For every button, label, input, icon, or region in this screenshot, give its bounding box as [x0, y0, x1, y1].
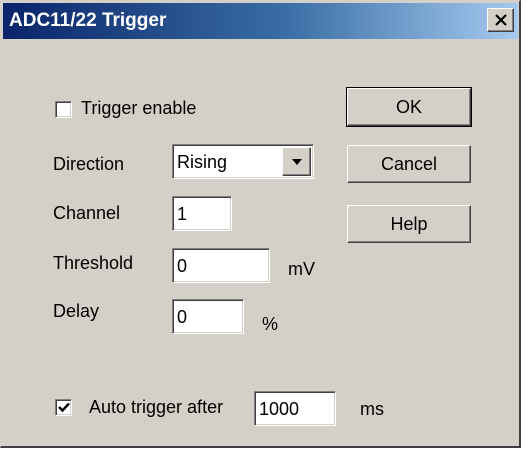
title-bar[interactable]: ADC11/22 Trigger [3, 3, 518, 39]
triangle-down-icon [291, 158, 302, 165]
trigger-dialog: ADC11/22 Trigger Trigger enable Directio… [0, 0, 521, 448]
trigger-enable-checkbox[interactable] [55, 101, 72, 118]
auto-trigger-input[interactable]: 1000 [254, 391, 336, 426]
auto-trigger-unit: ms [360, 399, 384, 419]
channel-input[interactable]: 1 [172, 196, 232, 231]
trigger-enable-label[interactable]: Trigger enable [81, 98, 196, 119]
delay-unit: % [262, 314, 279, 334]
help-button[interactable]: Help [347, 205, 471, 243]
ok-button[interactable]: OK [346, 87, 472, 127]
direction-dropdown[interactable]: Rising [172, 144, 314, 179]
delay-input[interactable]: 0 [172, 299, 244, 334]
auto-trigger-checkbox[interactable] [55, 399, 72, 416]
window-title: ADC11/22 Trigger [9, 10, 167, 31]
auto-trigger-label[interactable]: Auto trigger after [89, 397, 223, 418]
delay-label: Delay [53, 301, 100, 321]
close-button[interactable] [487, 8, 514, 32]
direction-label: Direction [53, 154, 125, 174]
threshold-label: Threshold [53, 253, 134, 273]
channel-label: Channel [53, 203, 121, 223]
close-x-icon [494, 14, 507, 26]
threshold-input[interactable]: 0 [172, 248, 270, 283]
checkmark-icon [57, 402, 70, 413]
direction-value: Rising [177, 152, 228, 172]
dropdown-arrow-button[interactable] [282, 147, 311, 176]
threshold-unit: mV [288, 259, 315, 279]
cancel-button[interactable]: Cancel [347, 145, 471, 183]
